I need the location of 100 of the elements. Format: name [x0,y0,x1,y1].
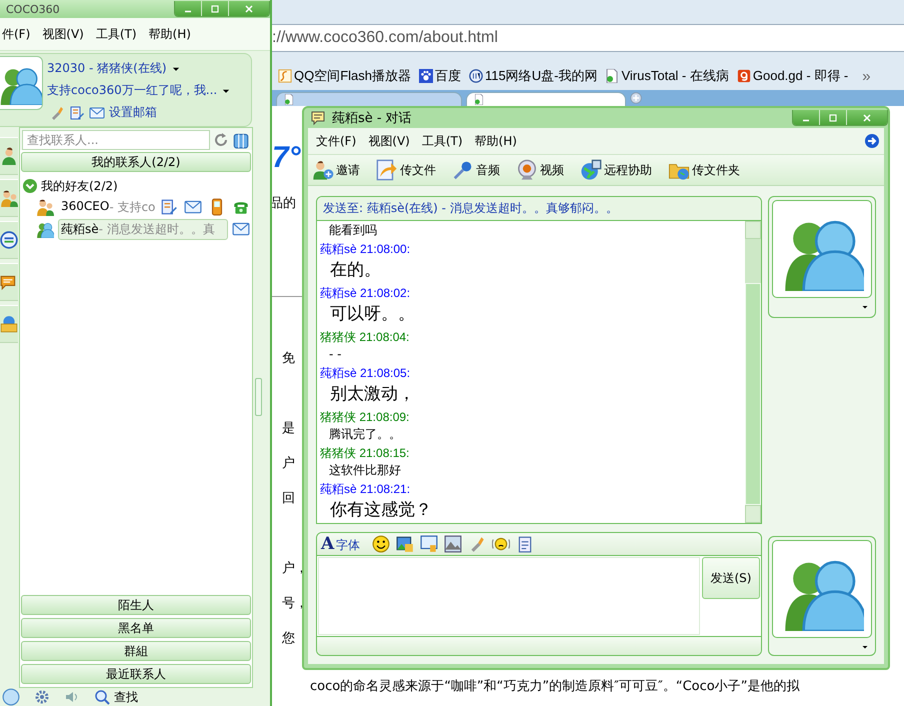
browser-tab[interactable] [466,92,626,106]
toolbar-button[interactable]: 传文件 [376,159,444,181]
screen-icon[interactable] [420,535,438,553]
close-icon [243,2,255,14]
bookmark-link[interactable]: QQ空间Flash播放器 [278,67,412,85]
bookmark-link[interactable]: VirusTotal - 在线病 [605,67,729,85]
mail-settings-link[interactable]: 设置邮箱 [109,104,157,121]
contact-avatar-icon [36,220,54,238]
toolbar-button[interactable]: 远程协助 [580,159,660,181]
address-field[interactable]: ://www.coco360.com/about.html [270,24,904,52]
menu-item[interactable]: 工具(T) [96,26,137,42]
toolbar-button[interactable]: 邀请 [312,159,368,181]
message-input[interactable] [318,557,700,635]
menu-item[interactable]: 视图(V) [42,26,84,42]
speaker-icon[interactable] [64,689,80,705]
message-header: 猪猪侠 21:08:04: [320,329,410,345]
toolbar-button[interactable]: 传文件夹 [668,159,748,181]
shake-icon[interactable] [492,535,510,553]
message-text: 别太激动， [329,383,416,406]
message-text: 能看到吗 [328,222,378,239]
side-tab[interactable] [0,179,18,217]
menu-item[interactable]: 帮助(H) [148,26,191,42]
person-icon [0,147,18,165]
notepad-icon[interactable] [160,198,178,216]
group-label[interactable]: 我的好友(2/2) [41,178,118,194]
maximize-icon [827,112,839,124]
menu-item[interactable]: 文件(F) [316,132,356,150]
menu-item[interactable]: 工具(T) [422,132,463,150]
toolbar-button[interactable]: 音频 [452,159,508,181]
search-field[interactable]: 查找联系人... [22,130,210,150]
group-button[interactable]: 陌生人 [21,595,251,615]
side-tab[interactable] [0,137,18,175]
bookmark-icon [736,69,751,83]
contact-avatar-icon [36,198,54,216]
message-header: 莼粨sè 21:08:21: [320,481,412,497]
message-header: 莼粨sè 21:08:00: [320,241,412,257]
message-header: 猪猪侠 21:08:15: [320,445,410,461]
menu-item[interactable]: 帮助(H) [474,132,517,150]
notepad-icon[interactable] [69,104,85,120]
close-button[interactable] [228,1,269,16]
minimize-button[interactable] [175,1,201,16]
group-button[interactable]: 群組 [21,641,251,661]
toolbox-icon[interactable] [232,131,250,149]
send-button[interactable]: 发送(S) [702,557,760,599]
caret-icon[interactable] [861,303,869,311]
page-icon [475,94,483,105]
maximize-button[interactable] [819,110,846,125]
side-tab[interactable] [0,263,18,301]
minimize-icon [184,10,192,13]
mail-icon[interactable] [232,220,250,238]
bookmark-link[interactable]: 百度 [419,67,462,85]
toolbar-button[interactable]: 视频 [516,159,572,181]
signature-selector[interactable]: 支持coco360万一红了呢，我... [47,82,232,99]
smiley-icon[interactable] [372,535,390,553]
caret-icon[interactable] [861,643,869,651]
bookmark-icon [419,69,434,83]
group-button[interactable]: 黑名单 [21,618,251,638]
webcam-icon [516,159,538,181]
file-arrow-icon [376,159,398,181]
side-tab[interactable] [0,305,18,343]
refresh-icon[interactable] [213,132,229,148]
maximize-button[interactable] [201,1,228,16]
bookmark-link[interactable]: Good.gd - 即得 - [736,67,848,85]
minimize-button[interactable] [793,110,819,125]
microphone-icon [452,159,474,181]
status-selector[interactable]: 32030 - 猪猪侠(在线) [47,60,232,77]
mail-icon[interactable] [184,198,202,216]
message-text: 这软件比那好 [328,462,402,479]
menu-item[interactable]: 视图(V) [368,132,410,150]
search-button[interactable]: 查找 [94,688,138,706]
page-text: 回 [282,490,295,508]
scrollbar-thumb[interactable] [745,283,761,505]
arrow-right-icon[interactable] [864,133,880,149]
settings-icon[interactable] [34,689,50,705]
font-button[interactable]: A字体 [321,534,360,554]
message-header: 莼粨sè 21:08:05: [320,365,412,381]
image-icon[interactable] [396,535,414,553]
person-plus-icon [312,159,334,181]
contacts-group-button[interactable]: 我的联系人(2/2) [21,152,251,172]
close-button[interactable] [846,110,887,125]
page-text: 您 [282,630,295,648]
new-tab-icon[interactable] [630,92,642,104]
bookmark-icon [469,69,484,83]
collapse-handle[interactable] [255,378,262,416]
group-button[interactable]: 最近联系人 [21,664,251,684]
start-orb-icon[interactable] [2,688,20,706]
page-paragraph: coco的命名灵感来源于“咖啡”和“巧克力”的制造原料″可可豆″。“Coco小子”是他的拟 [310,678,800,695]
side-tab[interactable] [0,221,18,259]
picture-icon[interactable] [444,535,462,553]
bookmark-link[interactable]: 115网络U盘-我的网 [469,67,598,85]
menu-item[interactable]: 件(F) [2,26,30,42]
more-bookmarks-button[interactable]: » [856,68,877,84]
page-text: 免 [282,350,295,368]
contact-entry[interactable]: 360CEO- 支持co [58,196,156,218]
equals-icon [0,231,18,249]
contact-entry[interactable]: 莼粨sè- 消息发送超时。。真 [58,218,228,240]
close-icon [861,112,873,124]
collapse-icon[interactable] [22,178,38,194]
page-heading: 7° [272,140,301,176]
mail-icon[interactable] [89,104,105,120]
